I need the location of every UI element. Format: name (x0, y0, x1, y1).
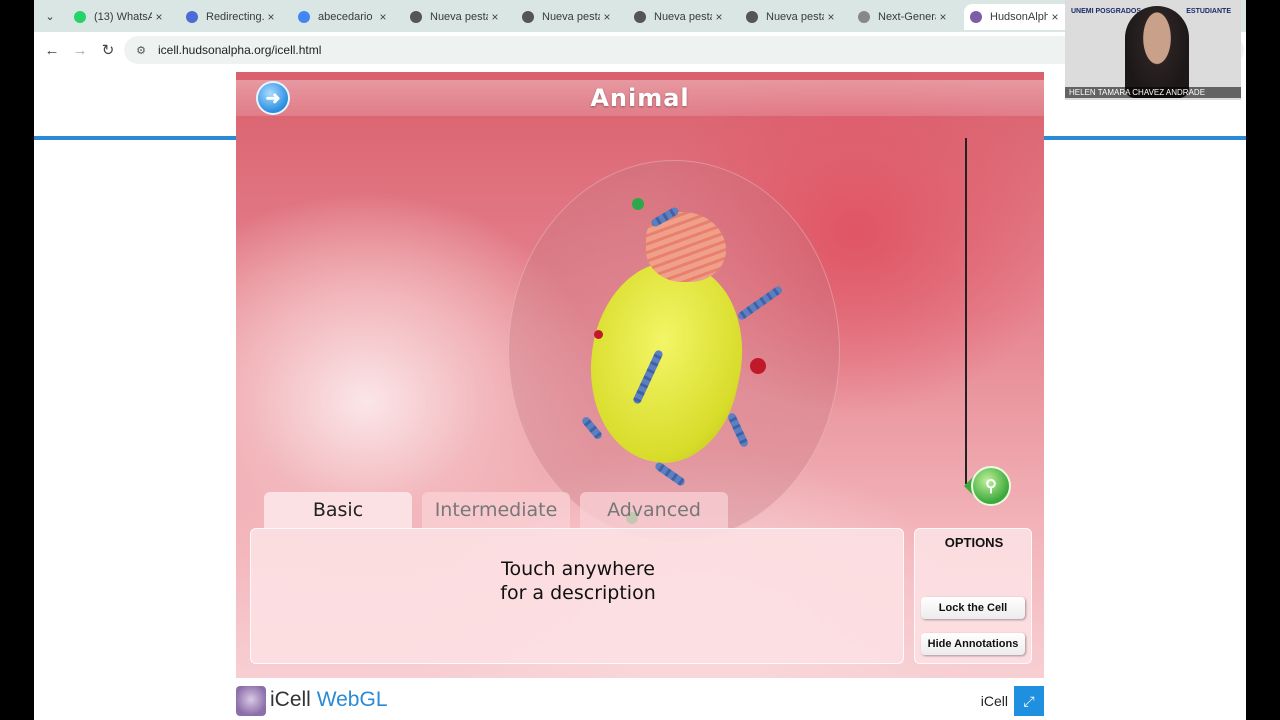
description-line-2: for a description (500, 582, 656, 604)
ribosome-green[interactable] (632, 198, 644, 210)
browser-tab-title: Nueva pestaña (542, 11, 600, 23)
options-title: OPTIONS (944, 535, 1004, 550)
game-header-bar: Animal (236, 80, 1044, 116)
browser-tab-title: (13) WhatsAp (94, 11, 152, 23)
chrome-icon (522, 11, 534, 23)
forward-arrow-icon[interactable]: → (70, 40, 90, 60)
webcam-overlay: UNEMI POSGRADOS ESTUDIANTE HELEN TAMARA … (1065, 0, 1241, 100)
tab-basic[interactable]: Basic (264, 492, 412, 528)
browser-tab[interactable]: Next-Generat× (852, 4, 958, 30)
browser-tab[interactable]: abecedario - × (292, 4, 398, 30)
next-gen-icon (858, 11, 870, 23)
zoom-in-button[interactable]: ⚲ (971, 466, 1011, 506)
description-line-1: Touch anywhere (501, 558, 655, 580)
footer-brand: iCell WebGL (270, 688, 388, 712)
lock-cell-button[interactable]: Lock the Cell (921, 597, 1025, 619)
browser-tab[interactable]: Nueva pestaña× (516, 4, 622, 30)
browser-tab[interactable]: Nueva pestaña× (628, 4, 734, 30)
close-icon[interactable]: × (376, 10, 390, 24)
icell-logo (236, 686, 266, 716)
site-info-icon[interactable]: ⚙ (134, 43, 148, 57)
browser-tab[interactable]: (13) WhatsAp× (68, 4, 174, 30)
close-icon[interactable]: × (152, 10, 166, 24)
left-letterbox (0, 0, 34, 720)
brand-suffix: WebGL (316, 688, 388, 711)
close-icon[interactable]: × (712, 10, 726, 24)
right-letterbox (1246, 0, 1280, 720)
chrome-icon (410, 11, 422, 23)
lysosome[interactable] (750, 358, 766, 374)
browser-tab-title: Redirecting... (206, 11, 264, 23)
description-text: Touch anywhere for a description (251, 557, 905, 605)
hide-annotations-button[interactable]: Hide Annotations (921, 633, 1025, 655)
webcam-banner-left: UNEMI POSGRADOS (1071, 8, 1142, 15)
browser-tab-title: Nueva pestaña (766, 11, 824, 23)
browser-window: ⌄ (13) WhatsAp×Redirecting...×abecedario… (34, 0, 1246, 720)
description-panel: Touch anywhere for a description (250, 528, 904, 664)
chrome-icon (634, 11, 646, 23)
lysosome[interactable] (594, 330, 603, 339)
zoom-slider-track[interactable] (965, 138, 967, 484)
back-arrow-icon[interactable]: ← (42, 40, 62, 60)
back-arrow-icon: ➜ (265, 87, 281, 108)
whatsapp-icon (74, 11, 86, 23)
brand-prefix: iCell (270, 688, 311, 711)
browser-tab-title: Next-Generat (878, 11, 936, 23)
icell-viewport[interactable]: Animal ➜ ⚲ Basic Intermediate Advanced T… (236, 72, 1044, 678)
cell-type-title: Animal (590, 84, 690, 112)
page-footer: iCell WebGL iCell ⤢ (236, 684, 1044, 718)
browser-tab-title: abecedario - (318, 11, 376, 23)
browser-tab[interactable]: HudsonAlpha× (964, 4, 1070, 30)
close-icon[interactable]: × (264, 10, 278, 24)
browser-tab[interactable]: Nueva pestaña× (740, 4, 846, 30)
hudsonalpha-icon (970, 11, 982, 23)
close-icon[interactable]: × (1048, 10, 1062, 24)
reload-icon[interactable]: ↻ (98, 40, 118, 60)
url-text: icell.hudsonalpha.org/icell.html (158, 43, 322, 57)
webcam-banner-right: ESTUDIANTE (1186, 8, 1231, 15)
tab-advanced[interactable]: Advanced (580, 492, 728, 528)
close-icon[interactable]: × (488, 10, 502, 24)
webcam-person (1125, 6, 1189, 98)
options-panel: OPTIONS Lock the Cell Hide Annotations (914, 528, 1032, 664)
browser-tab-title: Nueva pestaña (430, 11, 488, 23)
browser-tab-title: Nueva pestaña (654, 11, 712, 23)
browser-tab-title: HudsonAlpha (990, 11, 1048, 23)
back-button[interactable]: ➜ (256, 81, 290, 115)
footer-right-label[interactable]: iCell (981, 693, 1008, 709)
expand-icon: ⤢ (1023, 692, 1035, 709)
browser-tab[interactable]: Redirecting...× (180, 4, 286, 30)
tab-search-chevron-icon[interactable]: ⌄ (40, 6, 60, 26)
tab-intermediate[interactable]: Intermediate (422, 492, 570, 528)
webcam-name-label: HELEN TAMARA CHAVEZ ANDRADE (1065, 87, 1241, 98)
close-icon[interactable]: × (824, 10, 838, 24)
chrome-icon (746, 11, 758, 23)
redirect-icon (186, 11, 198, 23)
google-icon (298, 11, 310, 23)
close-icon[interactable]: × (600, 10, 614, 24)
close-icon[interactable]: × (936, 10, 950, 24)
magnifier-plus-icon: ⚲ (985, 478, 997, 495)
fullscreen-button[interactable]: ⤢ (1014, 686, 1044, 716)
browser-tab[interactable]: Nueva pestaña× (404, 4, 510, 30)
